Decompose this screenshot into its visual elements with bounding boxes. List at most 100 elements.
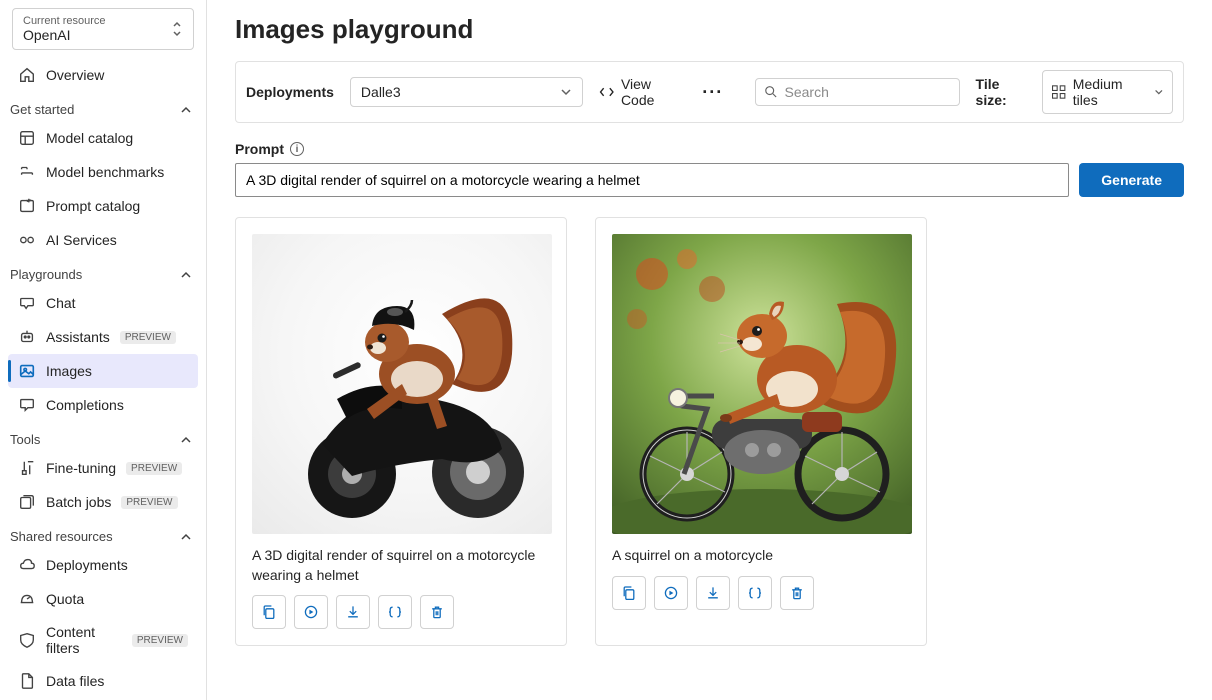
page-title: Images playground xyxy=(235,14,1184,45)
quota-icon xyxy=(18,590,36,608)
info-icon[interactable]: i xyxy=(290,142,304,156)
sidebar-item-batch-jobs[interactable]: Batch jobs PREVIEW xyxy=(8,485,198,519)
model-catalog-icon xyxy=(18,129,36,147)
sidebar-item-label: Fine-tuning xyxy=(46,460,116,476)
prompt-catalog-icon xyxy=(18,197,36,215)
completions-icon xyxy=(18,396,36,414)
tile-size-label: Tile size: xyxy=(976,76,1033,108)
preview-badge: PREVIEW xyxy=(132,634,188,647)
sidebar-item-prompt-catalog[interactable]: Prompt catalog xyxy=(8,189,198,223)
more-button[interactable]: ··· xyxy=(702,82,723,103)
image-card: A 3D digital render of squirrel on a mot… xyxy=(235,217,567,646)
preview-badge: PREVIEW xyxy=(121,496,177,509)
model-benchmarks-icon xyxy=(18,163,36,181)
ai-services-icon xyxy=(18,231,36,249)
batch-jobs-icon xyxy=(18,493,36,511)
content-filters-icon xyxy=(18,631,36,649)
resource-value: OpenAI xyxy=(23,27,106,43)
search-input[interactable] xyxy=(785,84,951,100)
regenerate-button[interactable] xyxy=(654,576,688,610)
data-files-icon xyxy=(18,672,36,690)
copy-button[interactable] xyxy=(612,576,646,610)
toolbar: Deployments Dalle3 View Code ··· Tile si… xyxy=(235,61,1184,123)
section-shared[interactable]: Shared resources xyxy=(8,519,198,548)
chevron-down-icon xyxy=(560,86,572,98)
sidebar-item-label: Prompt catalog xyxy=(46,198,140,214)
delete-button[interactable] xyxy=(780,576,814,610)
deployments-label: Deployments xyxy=(246,84,334,100)
sidebar-item-label: Deployments xyxy=(46,557,128,573)
generated-image[interactable] xyxy=(612,234,912,534)
sidebar-item-ai-services[interactable]: AI Services xyxy=(8,223,198,257)
chat-icon xyxy=(18,294,36,312)
sidebar-item-chat[interactable]: Chat xyxy=(8,286,198,320)
sidebar-item-model-catalog[interactable]: Model catalog xyxy=(8,121,198,155)
deployment-select[interactable]: Dalle3 xyxy=(350,77,584,107)
fine-tuning-icon xyxy=(18,459,36,477)
download-button[interactable] xyxy=(336,595,370,629)
tile-size-select[interactable]: Medium tiles xyxy=(1042,70,1173,114)
images-icon xyxy=(18,362,36,380)
chevron-down-icon xyxy=(1154,87,1164,97)
main-content: Images playground Deployments Dalle3 Vie… xyxy=(207,0,1212,700)
prompt-input[interactable] xyxy=(235,163,1069,197)
search-box[interactable] xyxy=(755,78,959,106)
image-caption: A 3D digital render of squirrel on a mot… xyxy=(252,546,550,585)
view-code-button[interactable]: View Code xyxy=(599,76,686,108)
preview-badge: PREVIEW xyxy=(126,462,182,475)
sidebar-item-content-filters[interactable]: Content filters PREVIEW xyxy=(8,616,198,664)
section-tools[interactable]: Tools xyxy=(8,422,198,451)
chevron-down-icon xyxy=(180,531,192,543)
sidebar-item-assistants[interactable]: Assistants PREVIEW xyxy=(8,320,198,354)
sidebar-item-label: Completions xyxy=(46,397,124,413)
updown-icon xyxy=(171,21,183,37)
preview-badge: PREVIEW xyxy=(120,331,176,344)
sidebar-item-deployments[interactable]: Deployments xyxy=(8,548,198,582)
chevron-down-icon xyxy=(180,104,192,116)
tiles-icon xyxy=(1051,84,1066,100)
delete-button[interactable] xyxy=(420,595,454,629)
home-icon xyxy=(18,66,36,84)
assistants-icon xyxy=(18,328,36,346)
sidebar-item-label: Data files xyxy=(46,673,104,689)
sidebar-item-images[interactable]: Images xyxy=(8,354,198,388)
sidebar-item-fine-tuning[interactable]: Fine-tuning PREVIEW xyxy=(8,451,198,485)
sidebar-overview-label: Overview xyxy=(46,67,104,83)
deployment-value: Dalle3 xyxy=(361,84,401,100)
json-button[interactable] xyxy=(378,595,412,629)
sidebar-item-label: Chat xyxy=(46,295,76,311)
sidebar-item-label: Model catalog xyxy=(46,130,133,146)
sidebar-item-label: Assistants xyxy=(46,329,110,345)
chevron-down-icon xyxy=(180,434,192,446)
image-cards: A 3D digital render of squirrel on a mot… xyxy=(235,217,1184,646)
image-card: A squirrel on a motorcycle xyxy=(595,217,927,646)
image-caption: A squirrel on a motorcycle xyxy=(612,546,910,566)
generate-button[interactable]: Generate xyxy=(1079,163,1184,197)
sidebar-item-label: Batch jobs xyxy=(46,494,111,510)
copy-button[interactable] xyxy=(252,595,286,629)
section-get-started[interactable]: Get started xyxy=(8,92,198,121)
sidebar-item-label: Content filters xyxy=(46,624,122,656)
sidebar-item-label: Quota xyxy=(46,591,84,607)
code-icon xyxy=(599,84,614,100)
search-icon xyxy=(764,84,778,100)
section-playgrounds[interactable]: Playgrounds xyxy=(8,257,198,286)
sidebar-item-data-files[interactable]: Data files xyxy=(8,664,198,698)
json-button[interactable] xyxy=(738,576,772,610)
sidebar: Current resource OpenAI Overview Get sta… xyxy=(0,0,207,700)
sidebar-item-label: Model benchmarks xyxy=(46,164,164,180)
resource-selector[interactable]: Current resource OpenAI xyxy=(12,8,194,50)
deployments-icon xyxy=(18,556,36,574)
sidebar-item-completions[interactable]: Completions xyxy=(8,388,198,422)
prompt-label: Prompt i xyxy=(235,141,1184,157)
sidebar-item-label: AI Services xyxy=(46,232,117,248)
resource-label: Current resource xyxy=(23,15,106,27)
sidebar-item-label: Images xyxy=(46,363,92,379)
regenerate-button[interactable] xyxy=(294,595,328,629)
sidebar-overview[interactable]: Overview xyxy=(8,58,198,92)
sidebar-item-model-benchmarks[interactable]: Model benchmarks xyxy=(8,155,198,189)
chevron-down-icon xyxy=(180,269,192,281)
generated-image[interactable] xyxy=(252,234,552,534)
download-button[interactable] xyxy=(696,576,730,610)
sidebar-item-quota[interactable]: Quota xyxy=(8,582,198,616)
